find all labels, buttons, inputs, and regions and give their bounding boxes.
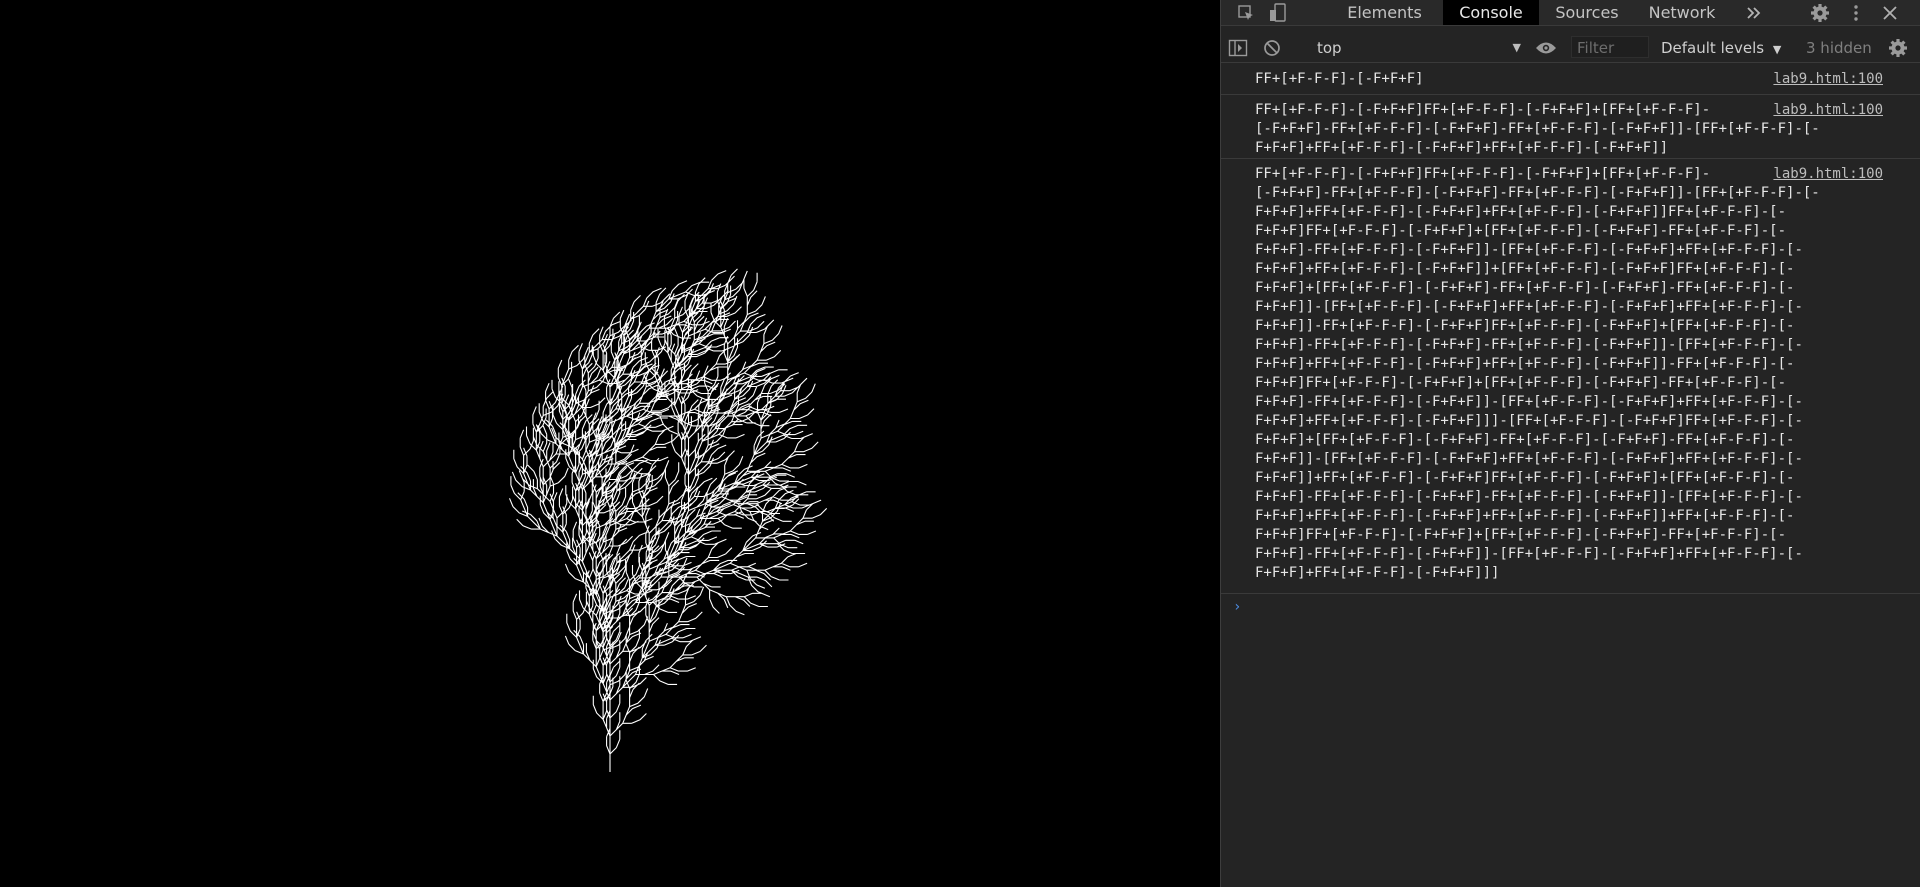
kebab-menu-icon[interactable] xyxy=(1843,0,1869,25)
console-source-link[interactable]: lab9.html:100 xyxy=(1769,70,1883,89)
filter-input[interactable]: Filter xyxy=(1571,36,1649,58)
console-message-line: F+F+F]+[FF+[+F-F-F]-[-F+F+F]-FF+[+F-F-F]… xyxy=(1255,280,1795,296)
log-levels-dropdown[interactable]: Default levels ▼ xyxy=(1661,37,1781,61)
dropdown-arrow-icon: ▼ xyxy=(1772,43,1782,56)
console-message-text: FF+[+F-F-F]-[-F+F+F] xyxy=(1255,71,1424,87)
gear-icon[interactable] xyxy=(1807,0,1833,25)
inspect-element-icon[interactable] xyxy=(1233,0,1259,25)
console-message-line: F+F+F]+FF+[+F-F-F]-[-F+F+F]]+[FF+[+F-F-F… xyxy=(1255,261,1795,277)
console-message-text: FF+[+F-F-F]-[-F+F+F]FF+[+F-F-F]-[-F+F+F]… xyxy=(1255,101,1855,158)
live-expression-eye-icon[interactable] xyxy=(1533,35,1559,60)
console-message-line: F+F+F]+FF+[+F-F-F]-[-F+F+F]+FF+[+F-F-F]-… xyxy=(1255,204,1787,220)
console-settings-icon[interactable] xyxy=(1885,35,1911,60)
close-icon[interactable] xyxy=(1877,0,1903,25)
devtools-tabbar: Elements Console Sources Network xyxy=(1221,0,1920,26)
tab-sources[interactable]: Sources xyxy=(1541,0,1633,25)
console-message-line: F+F+F]+FF+[+F-F-F]-[-F+F+F]]]-[FF+[+F-F-… xyxy=(1255,413,1803,429)
sidebar-toggle-icon[interactable] xyxy=(1225,35,1251,60)
console-toolbar: top ▼ Filter Default levels ▼ 3 hidden xyxy=(1221,33,1920,63)
console-message-line: F+F+F]]-FF+[+F-F-F]-[-F+F+F]FF+[+F-F-F]-… xyxy=(1255,318,1795,334)
clear-console-icon[interactable] xyxy=(1259,35,1285,60)
console-message-line: F+F+F]]-[FF+[+F-F-F]-[-F+F+F]+FF+[+F-F-F… xyxy=(1255,299,1803,315)
console-message-line: F+F+F]FF+[+F-F-F]-[-F+F+F]+[FF+[+F-F-F]-… xyxy=(1255,527,1787,543)
console-message-line: F+F+F]-FF+[+F-F-F]-[-F+F+F]-FF+[+F-F-F]-… xyxy=(1255,337,1803,353)
context-value: top xyxy=(1317,39,1342,57)
fractal-tree-branches xyxy=(508,268,828,772)
console-message-line: F+F+F]-FF+[+F-F-F]-[-F+F+F]]-[FF+[+F-F-F… xyxy=(1255,242,1803,258)
console-message-line: F+F+F]+FF+[+F-F-F]-[-F+F+F]+FF+[+F-F-F]-… xyxy=(1255,356,1795,372)
console-message-line: F+F+F]]+FF+[+F-F-F]-[-F+F+F]FF+[+F-F-F]-… xyxy=(1255,470,1795,486)
console-source-link[interactable]: lab9.html:100 xyxy=(1769,165,1883,184)
context-select[interactable]: top ▼ xyxy=(1317,37,1529,59)
console-message: FF+[+F-F-F]-[-F+F+F]FF+[+F-F-F]-[-F+F+F]… xyxy=(1221,159,1920,594)
console-message: FF+[+F-F-F]-[-F+F+F] lab9.html:100 xyxy=(1221,64,1920,95)
console-message: FF+[+F-F-F]-[-F+F+F]FF+[+F-F-F]-[-F+F+F]… xyxy=(1221,95,1920,159)
devtools-panel: Elements Console Sources Network top ▼ F… xyxy=(1220,0,1920,887)
console-message-line: FF+[+F-F-F]-[-F+F+F]FF+[+F-F-F]-[-F+F+F]… xyxy=(1255,102,1711,118)
console-message-line: F+F+F]-FF+[+F-F-F]-[-F+F+F]]-[FF+[+F-F-F… xyxy=(1255,394,1803,410)
console-source-link[interactable]: lab9.html:100 xyxy=(1769,101,1883,120)
console-message-line: F+F+F]+FF+[+F-F-F]-[-F+F+F]+FF+[+F-F-F]-… xyxy=(1255,140,1669,156)
console-message-line: F+F+F]-FF+[+F-F-F]-[-F+F+F]-FF+[+F-F-F]-… xyxy=(1255,489,1803,505)
console-message-line: F+F+F]+[FF+[+F-F-F]-[-F+F+F]-FF+[+F-F-F]… xyxy=(1255,432,1795,448)
page-viewport xyxy=(0,0,1220,887)
log-levels-label: Default levels xyxy=(1661,39,1765,57)
console-log: FF+[+F-F-F]-[-F+F+F] lab9.html:100 FF+[+… xyxy=(1221,64,1920,624)
tab-console[interactable]: Console xyxy=(1443,0,1539,25)
console-message-line: FF+[+F-F-F]-[-F+F+F]FF+[+F-F-F]-[-F+F+F]… xyxy=(1255,166,1711,182)
console-prompt-row[interactable]: › xyxy=(1221,594,1920,624)
console-message-line: F+F+F]FF+[+F-F-F]-[-F+F+F]+[FF+[+F-F-F]-… xyxy=(1255,375,1787,391)
fractal-tree-canvas xyxy=(508,268,828,772)
console-message-line: F+F+F]+FF+[+F-F-F]-[-F+F+F]+FF+[+F-F-F]-… xyxy=(1255,508,1795,524)
console-message-line: F+F+F]+FF+[+F-F-F]-[-F+F+F]]] xyxy=(1255,565,1500,581)
device-toggle-icon[interactable] xyxy=(1265,0,1291,25)
dropdown-arrow-icon: ▼ xyxy=(1512,41,1521,54)
console-prompt-chevron-icon: › xyxy=(1233,599,1242,615)
console-message-line: F+F+F]]-[FF+[+F-F-F]-[-F+F+F]+FF+[+F-F-F… xyxy=(1255,451,1803,467)
console-message-line: F+F+F]-FF+[+F-F-F]-[-F+F+F]]-[FF+[+F-F-F… xyxy=(1255,546,1803,562)
console-message-line: [-F+F+F]-FF+[+F-F-F]-[-F+F+F]-FF+[+F-F-F… xyxy=(1255,121,1820,137)
tab-elements[interactable]: Elements xyxy=(1327,0,1442,25)
hidden-count: 3 hidden xyxy=(1806,39,1872,57)
double-chevron-right-icon[interactable] xyxy=(1741,0,1767,25)
tab-network[interactable]: Network xyxy=(1635,0,1729,25)
console-message-line: [-F+F+F]-FF+[+F-F-F]-[-F+F+F]-FF+[+F-F-F… xyxy=(1255,185,1820,201)
console-message-line: F+F+F]FF+[+F-F-F]-[-F+F+F]+[FF+[+F-F-F]-… xyxy=(1255,223,1787,239)
console-message-text: FF+[+F-F-F]-[-F+F+F]FF+[+F-F-F]-[-F+F+F]… xyxy=(1255,165,1855,583)
